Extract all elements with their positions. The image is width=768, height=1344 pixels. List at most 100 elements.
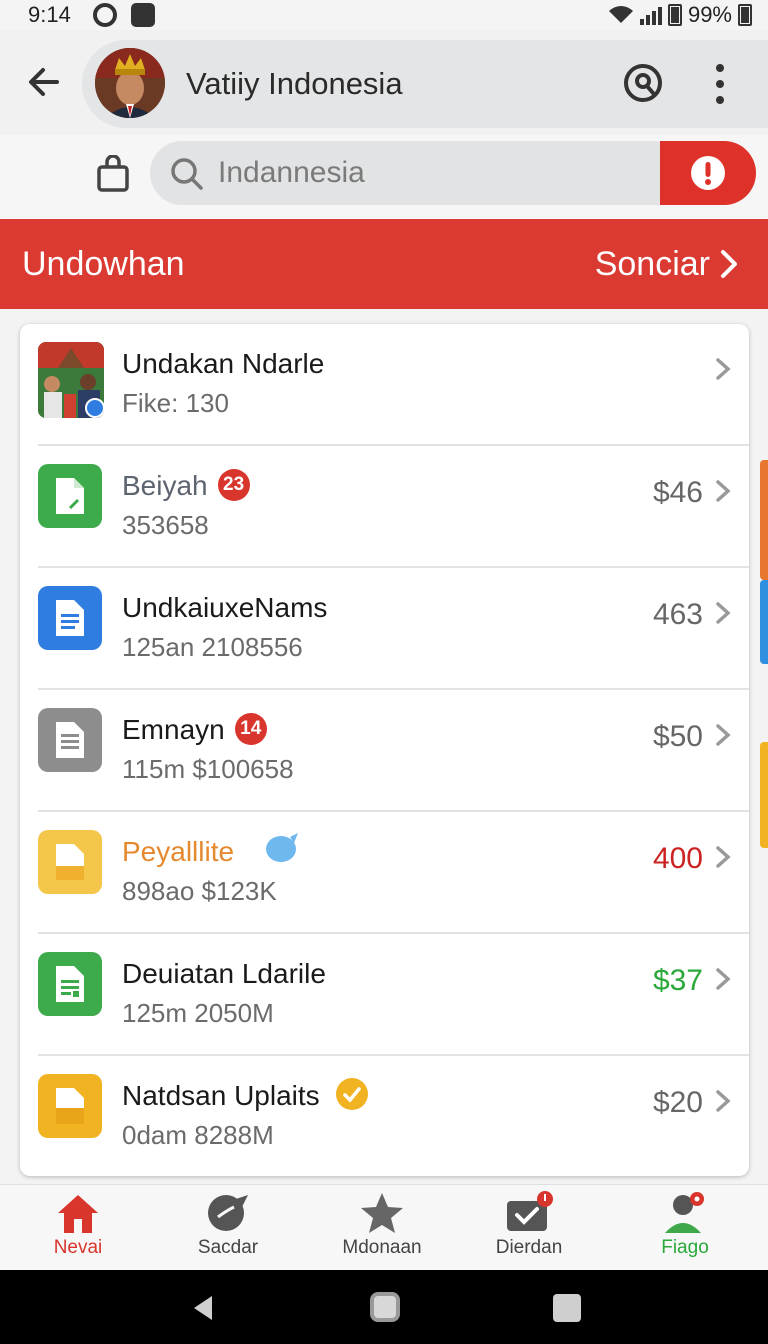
list-item[interactable]: Peyalllite 898ao $123K 400 [20, 812, 749, 934]
nav-item-profile[interactable]: Fiago [625, 1191, 745, 1267]
list-item[interactable]: Undakan Ndarle Fike: 130 [20, 324, 749, 446]
verified-icon [85, 398, 104, 418]
chevron-right-icon [716, 358, 731, 380]
chevron-right-icon [716, 846, 731, 868]
yellow-folder-icon [38, 1074, 102, 1138]
list-item[interactable]: Emnayn 14 115m $100658 $50 [20, 690, 749, 812]
search-icon [171, 158, 203, 190]
chevron-right-icon [716, 602, 731, 624]
nav-item-favorites[interactable]: Mdonaan [322, 1191, 442, 1267]
list-item-title: Deuiatan Ldarile [122, 958, 326, 989]
battery-small-icon [667, 4, 682, 26]
status-time: 9:14 [28, 2, 71, 27]
nav-label: Fiago [661, 1237, 709, 1258]
nav-item-tasks[interactable]: Dierdan [469, 1191, 589, 1267]
avatar-portrait-icon [95, 48, 165, 118]
notification-message-icon [130, 3, 155, 27]
system-home-icon[interactable] [370, 1292, 400, 1322]
chevron-right-icon [721, 250, 737, 278]
more-options-button[interactable] [706, 64, 734, 104]
target-button[interactable] [622, 62, 664, 104]
page-title: Vatiiy Indonesia [186, 66, 403, 101]
chat-icon [208, 1195, 248, 1231]
yellow-file-icon [38, 830, 102, 894]
list-item-value: $20 [652, 1086, 703, 1119]
list-item-subtitle: 898ao $123K [122, 876, 277, 906]
list-item-subtitle: Fike: 130 [122, 388, 229, 418]
search-row [0, 135, 768, 219]
green-sheet-icon [38, 952, 102, 1016]
list-item-value: $46 [652, 476, 703, 509]
edge-tab-yellow [760, 742, 768, 848]
list-item[interactable]: Deuiatan Ldarile 125m 2050M $37 [20, 934, 749, 1056]
list-item-title: Undakan Ndarle [122, 348, 325, 379]
profile-photo-icon [38, 342, 104, 418]
signal-icon [639, 5, 662, 25]
battery-icon [738, 4, 752, 26]
battery-percent: 99% [687, 2, 732, 27]
edge-tab-blue [760, 580, 768, 664]
chat-bubble-icon [265, 832, 298, 862]
nav-label: Sacdar [197, 1237, 259, 1258]
nav-label: Dierdan [495, 1237, 563, 1258]
list-item-title-text: Natdsan Uplaits [122, 1080, 320, 1111]
wifi-icon [608, 6, 633, 23]
target-search-icon [624, 64, 662, 102]
star-icon [361, 1193, 403, 1233]
nav-label: Mdonaan [342, 1237, 422, 1258]
list-item-title-text: Peyalllite [122, 836, 235, 867]
app-header: Vatiiy Indonesia [0, 30, 768, 135]
list-item[interactable]: UndkaiuxeNams 125an 2108556 463 [20, 568, 749, 690]
arrow-left-icon [29, 68, 59, 96]
blue-doc-icon [38, 586, 102, 650]
green-file-icon [38, 464, 102, 528]
list-item-title: Beiyah 23 [122, 468, 250, 504]
avatar[interactable] [95, 48, 165, 118]
search-input[interactable] [218, 141, 658, 205]
status-bar: 9:14 99% [0, 0, 768, 30]
list-item-value: 463 [652, 598, 703, 631]
search-field [150, 141, 756, 205]
list-item-value: $50 [652, 720, 703, 753]
notification-circle-icon [92, 3, 117, 27]
list-item-title: Peyalllite [122, 832, 300, 871]
system-back-icon[interactable] [190, 1294, 216, 1322]
chevron-right-icon [716, 968, 731, 990]
nav-label: Nevai [53, 1237, 103, 1258]
count-badge: 23 [217, 468, 250, 501]
list-item-subtitle: 353658 [122, 510, 209, 540]
list-item-title: Natdsan Uplaits [122, 1077, 369, 1115]
back-button[interactable] [22, 60, 66, 104]
banner-action-link[interactable]: Sonciar [595, 245, 738, 284]
list-item-subtitle: 125m 2050M [122, 998, 274, 1028]
count-badge: 14 [234, 712, 267, 745]
list-item-value: 400 [652, 842, 703, 875]
banner-action-label: Sonciar [594, 244, 710, 283]
home-icon [58, 1195, 98, 1233]
section-banner: Undowhan Sonciar [0, 219, 768, 309]
list-item-title-text: Beiyah [122, 470, 208, 501]
more-vert-icon [716, 64, 724, 72]
chevron-right-icon [716, 724, 731, 746]
system-recents-icon[interactable] [553, 1294, 581, 1322]
check-badge-icon [336, 1077, 369, 1110]
list-item-value: $37 [652, 964, 703, 997]
header-pill [82, 40, 768, 128]
list-item-subtitle: 0dam 8288M [122, 1120, 274, 1150]
chevron-right-icon [716, 1090, 731, 1112]
list-item-title: Emnayn 14 [122, 712, 267, 748]
profile-icon [665, 1192, 704, 1233]
system-navigation-bar [0, 1270, 768, 1344]
alert-icon [691, 156, 725, 190]
bottom-navigation: Nevai Sacdar Mdonaan Dierdan Fiago [0, 1184, 768, 1270]
gray-doc-icon [38, 708, 102, 772]
list-item-subtitle: 115m $100658 [122, 754, 294, 784]
check-message-icon [507, 1191, 553, 1231]
list-item[interactable]: Beiyah 23 353658 $46 [20, 446, 749, 568]
nav-item-home[interactable]: Nevai [18, 1191, 138, 1267]
alert-button[interactable] [660, 141, 756, 205]
nav-item-chat[interactable]: Sacdar [168, 1191, 288, 1267]
list-item[interactable]: Natdsan Uplaits 0dam 8288M $20 [20, 1056, 749, 1176]
list-item-subtitle: 125an 2108556 [122, 632, 303, 662]
shopping-bag-icon[interactable] [96, 155, 130, 193]
